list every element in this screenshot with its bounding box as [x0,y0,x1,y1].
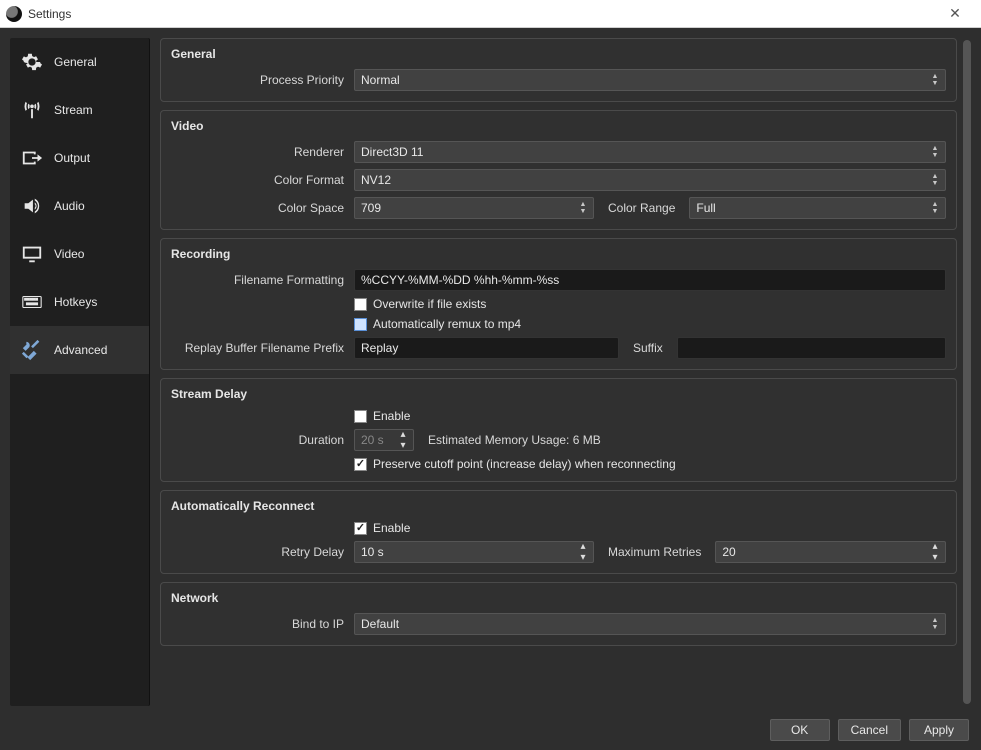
max-retries-label: Maximum Retries [602,545,707,559]
group-stream-delay: Stream Delay Enable Duration 20 s ▴▾ Est… [160,378,957,482]
sidebar-item-stream[interactable]: Stream [10,86,149,134]
app-icon [6,6,22,22]
tools-icon [20,338,44,362]
group-title: Stream Delay [171,387,946,401]
group-network: Network Bind to IP Default ▲▼ [160,582,957,646]
replay-prefix-label: Replay Buffer Filename Prefix [171,341,346,355]
sidebar-item-label: Stream [54,103,93,117]
group-title: Recording [171,247,946,261]
antenna-icon [20,98,44,122]
sidebar-item-label: Output [54,151,90,165]
max-retries-spin[interactable]: 20 ▴▾ [715,541,946,563]
monitor-icon [20,242,44,266]
filename-formatting-label: Filename Formatting [171,273,346,287]
sidebar-item-label: General [54,55,97,69]
chevron-updown-icon: ▲▼ [575,198,591,218]
process-priority-select[interactable]: Normal ▲▼ [354,69,946,91]
renderer-select[interactable]: Direct3D 11 ▲▼ [354,141,946,163]
sidebar-item-label: Audio [54,199,85,213]
group-general: General Process Priority Normal ▲▼ [160,38,957,102]
group-title: Network [171,591,946,605]
sidebar-item-audio[interactable]: Audio [10,182,149,230]
sidebar-item-advanced[interactable]: Advanced [10,326,149,374]
chevron-updown-icon: ▲▼ [927,142,943,162]
sidebar-item-hotkeys[interactable]: Hotkeys [10,278,149,326]
sidebar-item-label: Hotkeys [54,295,97,309]
overwrite-checkbox[interactable]: Overwrite if file exists [354,297,486,311]
retry-delay-label: Retry Delay [171,545,346,559]
gear-icon [20,50,44,74]
chevron-updown-icon: ▴▾ [395,429,411,451]
chevron-updown-icon: ▴▾ [575,541,591,563]
checkbox-icon [354,522,367,535]
sidebar-item-video[interactable]: Video [10,230,149,278]
checkbox-icon [354,298,367,311]
group-video: Video Renderer Direct3D 11 ▲▼ Color Form… [160,110,957,230]
process-priority-label: Process Priority [171,73,346,87]
remux-checkbox[interactable]: Automatically remux to mp4 [354,317,521,331]
duration-label: Duration [171,433,346,447]
group-title: Video [171,119,946,133]
color-format-select[interactable]: NV12 ▲▼ [354,169,946,191]
checkbox-icon [354,318,367,331]
color-range-select[interactable]: Full ▲▼ [689,197,946,219]
renderer-label: Renderer [171,145,346,159]
bind-ip-select[interactable]: Default ▲▼ [354,613,946,635]
filename-formatting-input[interactable]: %CCYY-%MM-%DD %hh-%mm-%ss [354,269,946,291]
chevron-updown-icon: ▲▼ [927,170,943,190]
window-title: Settings [28,7,71,21]
settings-sidebar: General Stream Output Audio Video [10,38,150,706]
group-recording: Recording Filename Formatting %CCYY-%MM-… [160,238,957,370]
chevron-updown-icon: ▲▼ [927,70,943,90]
apply-button[interactable]: Apply [909,719,969,741]
dialog-footer: OK Cancel Apply [0,716,981,750]
output-icon [20,146,44,170]
cancel-button[interactable]: Cancel [838,719,901,741]
chevron-updown-icon: ▲▼ [927,198,943,218]
chevron-updown-icon: ▲▼ [927,614,943,634]
group-title: General [171,47,946,61]
sidebar-item-label: Video [54,247,84,261]
color-space-label: Color Space [171,201,346,215]
retry-delay-spin[interactable]: 10 s ▴▾ [354,541,594,563]
stream-delay-enable-checkbox[interactable]: Enable [354,409,410,423]
sidebar-item-general[interactable]: General [10,38,149,86]
bind-ip-label: Bind to IP [171,617,346,631]
suffix-input[interactable] [677,337,946,359]
sidebar-item-output[interactable]: Output [10,134,149,182]
reconnect-enable-checkbox[interactable]: Enable [354,521,410,535]
content-scrollbar[interactable] [963,40,971,704]
checkbox-icon [354,458,367,471]
replay-prefix-input[interactable]: Replay [354,337,619,359]
ok-button[interactable]: OK [770,719,830,741]
group-title: Automatically Reconnect [171,499,946,513]
group-reconnect: Automatically Reconnect Enable Retry Del… [160,490,957,574]
color-space-select[interactable]: 709 ▲▼ [354,197,594,219]
color-format-label: Color Format [171,173,346,187]
color-range-label: Color Range [602,201,681,215]
chevron-updown-icon: ▴▾ [927,541,943,563]
checkbox-icon [354,410,367,423]
estimated-memory-label: Estimated Memory Usage: 6 MB [422,433,607,447]
preserve-cutoff-checkbox[interactable]: Preserve cutoff point (increase delay) w… [354,457,676,471]
sidebar-item-label: Advanced [54,343,107,357]
close-icon[interactable]: ✕ [935,5,975,22]
suffix-label: Suffix [627,341,669,355]
duration-spin[interactable]: 20 s ▴▾ [354,429,414,451]
keyboard-icon [20,290,44,314]
settings-content: General Process Priority Normal ▲▼ Video… [160,38,959,706]
window-titlebar: Settings ✕ [0,0,981,28]
speaker-icon [20,194,44,218]
